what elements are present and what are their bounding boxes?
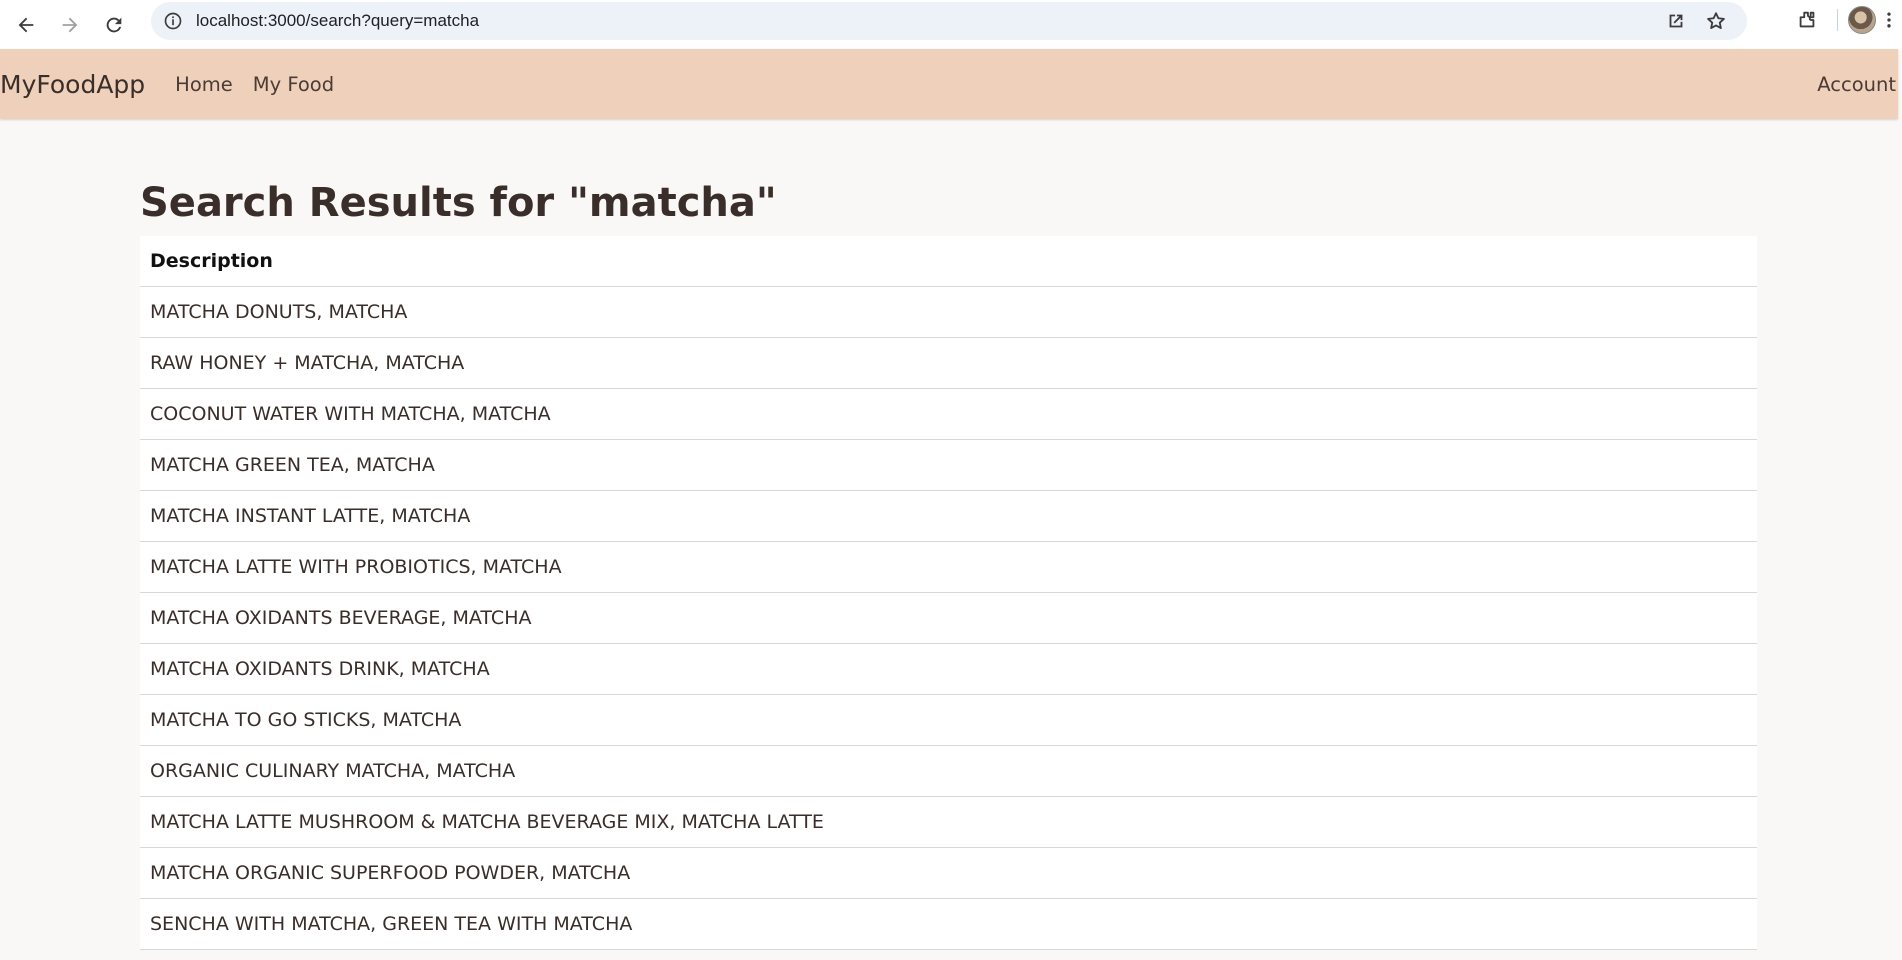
app-navbar: MyFoodApp Home My Food Account — [0, 49, 1898, 119]
page-title: Search Results for "matcha" — [140, 180, 777, 226]
main-content: Search Results for "matcha" Description … — [140, 170, 1757, 950]
nav-link-my-food[interactable]: My Food — [253, 73, 334, 96]
row-description: MATCHA DONUTS, MATCHA — [140, 286, 1757, 338]
table-header-row: Description — [140, 236, 1757, 287]
nav-link-home[interactable]: Home — [175, 73, 233, 96]
browser-toolbar: localhost:3000/search?query=matcha — [0, 0, 1902, 49]
address-bar[interactable]: localhost:3000/search?query=matcha — [151, 2, 1747, 40]
extensions-icon[interactable] — [1787, 0, 1827, 40]
open-in-new-icon[interactable] — [1659, 4, 1693, 38]
info-icon[interactable] — [162, 10, 184, 32]
table-row[interactable]: MATCHA LATTE MUSHROOM & MATCHA BEVERAGE … — [140, 796, 1757, 848]
profile-avatar[interactable] — [1848, 6, 1876, 34]
url-text[interactable]: localhost:3000/search?query=matcha — [196, 11, 479, 31]
table-row[interactable]: ORGANIC CULINARY MATCHA, MATCHA — [140, 745, 1757, 797]
results-table: Description MATCHA DONUTS, MATCHA RAW HO… — [140, 236, 1757, 950]
row-description: MATCHA GREEN TEA, MATCHA — [140, 439, 1757, 491]
table-row[interactable]: MATCHA GREEN TEA, MATCHA — [140, 439, 1757, 491]
table-row[interactable]: COCONUT WATER WITH MATCHA, MATCHA — [140, 388, 1757, 440]
back-icon[interactable] — [4, 5, 48, 45]
row-description: MATCHA TO GO STICKS, MATCHA — [140, 694, 1757, 746]
reload-icon[interactable] — [92, 5, 136, 45]
column-header-description: Description — [140, 236, 1757, 287]
table-row[interactable]: MATCHA ORGANIC SUPERFOOD POWDER, MATCHA — [140, 847, 1757, 899]
table-row[interactable]: MATCHA OXIDANTS DRINK, MATCHA — [140, 643, 1757, 695]
row-description: SENCHA WITH MATCHA, GREEN TEA WITH MATCH… — [140, 898, 1757, 950]
row-description: MATCHA LATTE MUSHROOM & MATCHA BEVERAGE … — [140, 796, 1757, 848]
table-row[interactable]: MATCHA DONUTS, MATCHA — [140, 286, 1757, 338]
table-row[interactable]: MATCHA LATTE WITH PROBIOTICS, MATCHA — [140, 541, 1757, 593]
table-row[interactable]: MATCHA INSTANT LATTE, MATCHA — [140, 490, 1757, 542]
row-description: MATCHA OXIDANTS BEVERAGE, MATCHA — [140, 592, 1757, 644]
row-description: ORGANIC CULINARY MATCHA, MATCHA — [140, 745, 1757, 797]
row-description: RAW HONEY + MATCHA, MATCHA — [140, 337, 1757, 389]
table-row[interactable]: MATCHA TO GO STICKS, MATCHA — [140, 694, 1757, 746]
more-menu-icon[interactable] — [1876, 0, 1902, 40]
forward-icon[interactable] — [48, 5, 92, 45]
toolbar-divider — [1837, 9, 1838, 31]
nav-link-account[interactable]: Account — [1817, 73, 1896, 96]
table-row[interactable]: MATCHA OXIDANTS BEVERAGE, MATCHA — [140, 592, 1757, 644]
brand-logo[interactable]: MyFoodApp — [0, 70, 145, 99]
table-row[interactable]: SENCHA WITH MATCHA, GREEN TEA WITH MATCH… — [140, 898, 1757, 950]
table-row[interactable]: RAW HONEY + MATCHA, MATCHA — [140, 337, 1757, 389]
row-description: MATCHA ORGANIC SUPERFOOD POWDER, MATCHA — [140, 847, 1757, 899]
row-description: MATCHA LATTE WITH PROBIOTICS, MATCHA — [140, 541, 1757, 593]
row-description: MATCHA OXIDANTS DRINK, MATCHA — [140, 643, 1757, 695]
star-icon[interactable] — [1699, 4, 1733, 38]
row-description: MATCHA INSTANT LATTE, MATCHA — [140, 490, 1757, 542]
row-description: COCONUT WATER WITH MATCHA, MATCHA — [140, 388, 1757, 440]
